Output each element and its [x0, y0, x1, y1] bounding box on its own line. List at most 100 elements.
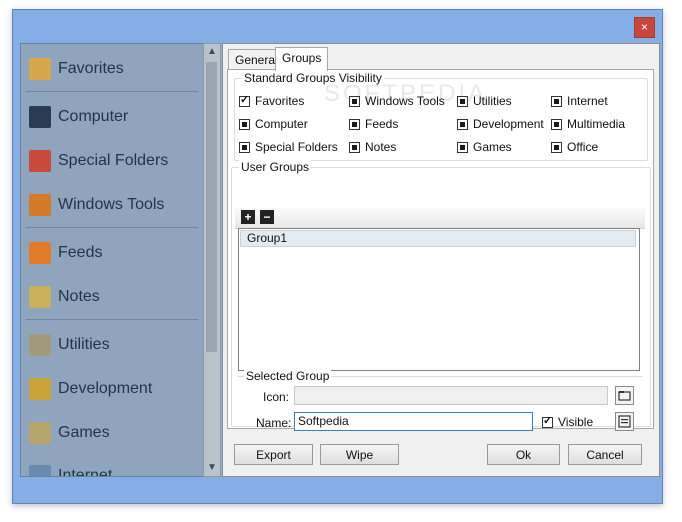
user-groups-list[interactable]: Group1	[238, 228, 640, 371]
scroll-thumb[interactable]	[206, 62, 217, 352]
sidebar-item-notes[interactable]: Notes	[29, 279, 199, 315]
notes-icon	[29, 286, 51, 308]
checkbox-label: Development	[473, 117, 544, 131]
browse-folder-icon[interactable]	[615, 386, 634, 405]
checkbox-development[interactable]: Development	[457, 117, 544, 131]
checkbox-label: Games	[473, 140, 512, 154]
visibility-group: Standard Groups Visibility Favorites Win…	[234, 71, 648, 161]
name-field[interactable]: Softpedia	[294, 412, 533, 431]
close-button[interactable]: ×	[634, 17, 655, 38]
tools-icon	[29, 194, 51, 216]
user-groups-toolbar: + −	[235, 208, 645, 229]
export-button[interactable]: Export	[234, 444, 313, 465]
star-icon	[29, 58, 51, 80]
checkbox-notes[interactable]: Notes	[349, 140, 396, 154]
checkbox-windows-tools[interactable]: Windows Tools	[349, 94, 445, 108]
checkbox-box[interactable]	[239, 118, 250, 130]
sidebar-item-special-folders[interactable]: Special Folders	[29, 143, 199, 179]
checkbox-box[interactable]	[457, 118, 468, 130]
checkbox-box[interactable]	[551, 141, 562, 153]
sidebar-item-label: Feeds	[58, 244, 103, 261]
sidebar-item-label: Development	[58, 380, 153, 397]
checkbox-box[interactable]	[542, 414, 553, 428]
checkbox-box[interactable]	[551, 95, 562, 107]
checkbox-office[interactable]: Office	[551, 140, 598, 154]
checkbox-box[interactable]	[349, 118, 360, 130]
checkbox-feeds[interactable]: Feeds	[349, 117, 398, 131]
remove-group-icon[interactable]: −	[260, 210, 274, 224]
checkbox-label: Office	[567, 140, 599, 154]
checkbox-favorites[interactable]: Favorites	[239, 93, 305, 108]
sidebar-item-label: Favorites	[58, 60, 124, 77]
checkbox-box[interactable]	[457, 141, 468, 153]
globe-icon	[29, 465, 51, 476]
windows-flag-icon	[29, 150, 51, 172]
checkbox-label: Computer	[255, 117, 308, 131]
sidebar-item-label: Notes	[58, 288, 100, 305]
checkbox-special-folders[interactable]: Special Folders	[239, 140, 338, 154]
utilities-icon	[29, 334, 51, 356]
checkbox-box[interactable]	[457, 95, 468, 107]
save-disk-icon[interactable]	[615, 412, 634, 431]
wipe-button[interactable]: Wipe	[320, 444, 399, 465]
checkbox-box[interactable]	[349, 95, 360, 107]
construction-icon	[29, 378, 51, 400]
checkbox-box[interactable]	[349, 141, 360, 153]
checkbox-label: Special Folders	[255, 140, 338, 154]
checkbox-label: Feeds	[365, 117, 399, 131]
monitor-icon	[29, 106, 51, 128]
visible-checkbox[interactable]: Visible	[542, 414, 594, 429]
sidebar-item-label: Computer	[58, 108, 129, 125]
checkbox-label: Multimedia	[567, 117, 626, 131]
checkbox-utilities[interactable]: Utilities	[457, 94, 512, 108]
checkbox-multimedia[interactable]: Multimedia	[551, 117, 625, 131]
checkbox-box[interactable]	[239, 93, 250, 107]
gamepad-icon	[29, 422, 51, 444]
checkbox-label: Visible	[558, 415, 594, 429]
sidebar-item-label: Utilities	[58, 336, 110, 353]
user-groups-legend: User Groups	[239, 160, 312, 174]
sidebar-item-computer[interactable]: Computer	[29, 99, 199, 135]
sidebar-item-label: Special Folders	[58, 152, 169, 169]
ok-button[interactable]: Ok	[487, 444, 560, 465]
sidebar-item-label: Games	[58, 424, 110, 441]
checkbox-internet[interactable]: Internet	[551, 94, 608, 108]
checkbox-computer[interactable]: Computer	[239, 117, 308, 131]
list-item[interactable]: Group1	[240, 230, 636, 247]
checkbox-box[interactable]	[551, 118, 562, 130]
checkbox-box[interactable]	[239, 141, 250, 153]
checkbox-label: Favorites	[255, 94, 305, 108]
checkbox-label: Windows Tools	[365, 94, 445, 108]
sidebar-item-favorites[interactable]: Favorites	[29, 51, 199, 87]
name-label: Name:	[256, 416, 292, 430]
sidebar-item-feeds[interactable]: Feeds	[29, 235, 199, 271]
sidebar-item-windows-tools[interactable]: Windows Tools	[29, 187, 199, 223]
sidebar-item-label: Windows Tools	[58, 196, 165, 213]
checkbox-label: Internet	[567, 94, 608, 108]
checkbox-games[interactable]: Games	[457, 140, 512, 154]
sidebar-divider	[26, 227, 198, 228]
sidebar-divider	[26, 319, 198, 320]
tab-groups[interactable]: Groups	[275, 47, 329, 71]
cancel-button[interactable]: Cancel	[568, 444, 642, 465]
sidebar-item-development[interactable]: Development	[29, 371, 199, 407]
sidebar-item-label: Internet	[58, 467, 113, 477]
icon-field[interactable]	[294, 386, 608, 405]
visibility-legend: Standard Groups Visibility	[242, 71, 384, 85]
sidebar-item-games[interactable]: Games	[29, 415, 199, 451]
checkbox-label: Notes	[365, 140, 397, 154]
add-group-icon[interactable]: +	[241, 210, 255, 224]
scroll-down-arrow-icon[interactable]: ▼	[204, 460, 220, 476]
sidebar: Favorites Computer Special Folders Windo…	[20, 43, 205, 477]
sidebar-scrollbar[interactable]: ▲ ▼	[203, 43, 221, 477]
selected-group-legend: Selected Group	[244, 369, 332, 383]
checkbox-label: Utilities	[473, 94, 512, 108]
main-panel: General Groups SOFTPEDIA Standard Groups…	[222, 43, 660, 477]
sidebar-divider	[26, 91, 198, 92]
rss-icon	[29, 242, 51, 264]
sidebar-item-internet[interactable]: Internet	[29, 458, 199, 477]
scroll-up-arrow-icon[interactable]: ▲	[204, 44, 220, 60]
sidebar-item-utilities[interactable]: Utilities	[29, 327, 199, 363]
icon-label: Icon:	[263, 390, 290, 404]
groups-tab-panel: SOFTPEDIA Standard Groups Visibility Fav…	[227, 69, 654, 431]
